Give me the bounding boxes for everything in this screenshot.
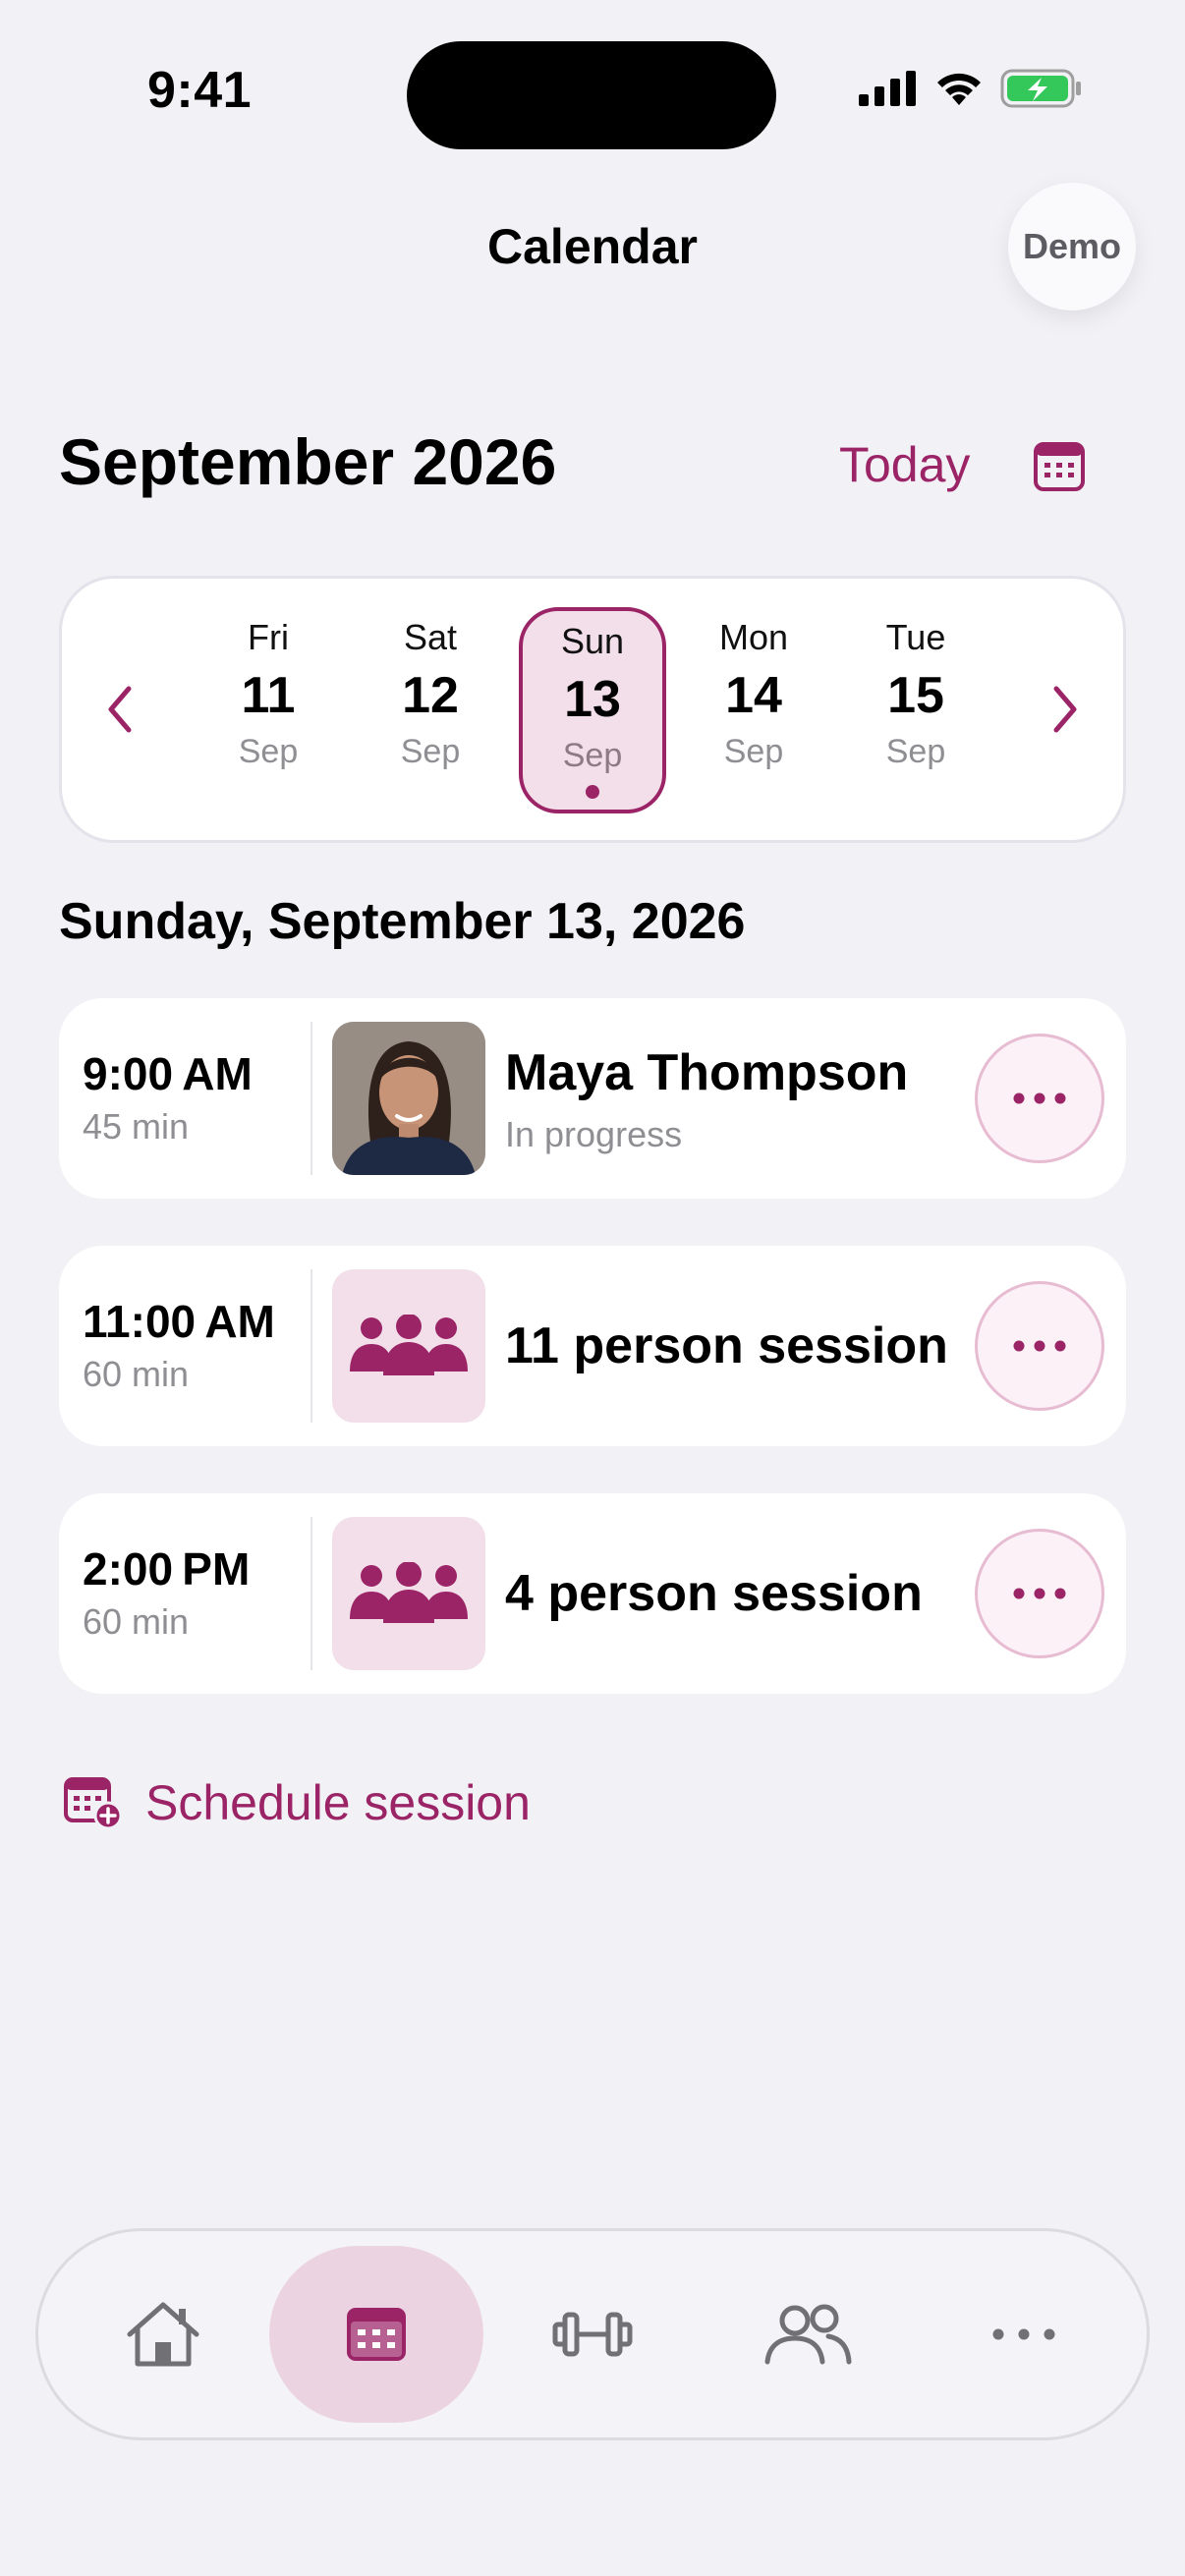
dynamic-island — [407, 41, 776, 149]
month-title: September 2026 — [59, 425, 557, 498]
dumbbell-icon — [552, 2312, 633, 2357]
more-icon — [1013, 1588, 1066, 1599]
tab-calendar[interactable] — [269, 2246, 483, 2423]
schedule-session-label: Schedule session — [145, 1775, 531, 1830]
more-icon — [1013, 1340, 1066, 1352]
session-title: Maya Thompson — [505, 1044, 909, 1101]
has-events-dot — [586, 785, 599, 799]
day-number: 11 — [241, 667, 296, 724]
day-tue-15[interactable]: Tue 15 Sep — [842, 607, 989, 813]
cellular-signal-icon — [859, 71, 916, 106]
today-button[interactable]: Today — [839, 436, 970, 493]
day-sat-12[interactable]: Sat 12 Sep — [357, 607, 504, 813]
day-month: Sep — [562, 737, 623, 774]
selected-date-heading: Sunday, September 13, 2026 — [59, 893, 746, 950]
group-session-thumbnail — [332, 1269, 485, 1423]
session-more-button[interactable] — [975, 1281, 1104, 1411]
client-avatar — [332, 1022, 485, 1175]
session-card[interactable]: 9:00 AM 45 min Maya Thompson In progress — [59, 998, 1126, 1199]
month-calendar-icon[interactable] — [1032, 438, 1087, 493]
session-time: 11:00 AM — [83, 1296, 275, 1347]
day-weekday: Sat — [403, 617, 458, 657]
day-weekday: Tue — [885, 617, 946, 657]
more-icon — [992, 2328, 1055, 2340]
divider — [310, 1517, 312, 1670]
group-icon — [350, 1562, 468, 1623]
tab-home[interactable] — [94, 2246, 232, 2423]
next-week-button[interactable] — [1036, 670, 1095, 749]
session-duration: 45 min — [83, 1106, 190, 1147]
day-weekday: Sun — [560, 621, 625, 661]
battery-charging-icon — [1000, 69, 1081, 108]
status-time: 9:41 — [147, 62, 253, 119]
session-time: 2:00 PM — [83, 1543, 251, 1595]
schedule-session-button[interactable]: Schedule session — [63, 1774, 531, 1831]
day-number: 15 — [887, 667, 944, 724]
home-icon — [127, 2302, 199, 2367]
chevron-left-icon — [108, 686, 132, 733]
session-card[interactable]: 2:00 PM 60 min 4 person session — [59, 1493, 1126, 1694]
day-number: 14 — [725, 667, 782, 724]
divider — [310, 1022, 312, 1175]
wifi-icon — [937, 73, 981, 105]
day-month: Sep — [723, 733, 784, 770]
session-duration: 60 min — [83, 1354, 190, 1394]
day-number: 12 — [402, 667, 459, 724]
day-month: Sep — [400, 733, 461, 770]
chevron-right-icon — [1053, 686, 1077, 733]
group-icon — [350, 1315, 468, 1375]
demo-button[interactable]: Demo — [1008, 183, 1136, 310]
day-month: Sep — [238, 733, 299, 770]
status-icons — [859, 69, 1083, 108]
session-card[interactable]: 11:00 AM 60 min 11 person session — [59, 1246, 1126, 1446]
previous-week-button[interactable] — [90, 670, 149, 749]
session-more-button[interactable] — [975, 1529, 1104, 1658]
session-more-button[interactable] — [975, 1034, 1104, 1163]
day-mon-14[interactable]: Mon 14 Sep — [680, 607, 827, 813]
day-number: 13 — [564, 671, 621, 728]
session-status: In progress — [505, 1114, 683, 1154]
more-icon — [1013, 1092, 1066, 1104]
people-icon — [764, 2304, 852, 2365]
session-title: 11 person session — [505, 1317, 948, 1374]
day-month: Sep — [885, 733, 946, 770]
session-duration: 60 min — [83, 1601, 190, 1642]
divider — [310, 1269, 312, 1423]
calendar-icon — [347, 2308, 406, 2361]
tab-workouts[interactable] — [521, 2246, 664, 2423]
tab-more[interactable] — [955, 2246, 1093, 2423]
day-weekday: Mon — [718, 617, 789, 657]
day-sun-13-selected[interactable]: Sun 13 Sep — [519, 607, 666, 813]
session-title: 4 person session — [505, 1565, 923, 1622]
tab-clients[interactable] — [739, 2246, 876, 2423]
day-weekday: Fri — [248, 617, 289, 657]
day-fri-11[interactable]: Fri 11 Sep — [195, 607, 342, 813]
group-session-thumbnail — [332, 1517, 485, 1670]
session-time: 9:00 AM — [83, 1048, 253, 1099]
calendar-add-icon — [64, 1777, 123, 1830]
